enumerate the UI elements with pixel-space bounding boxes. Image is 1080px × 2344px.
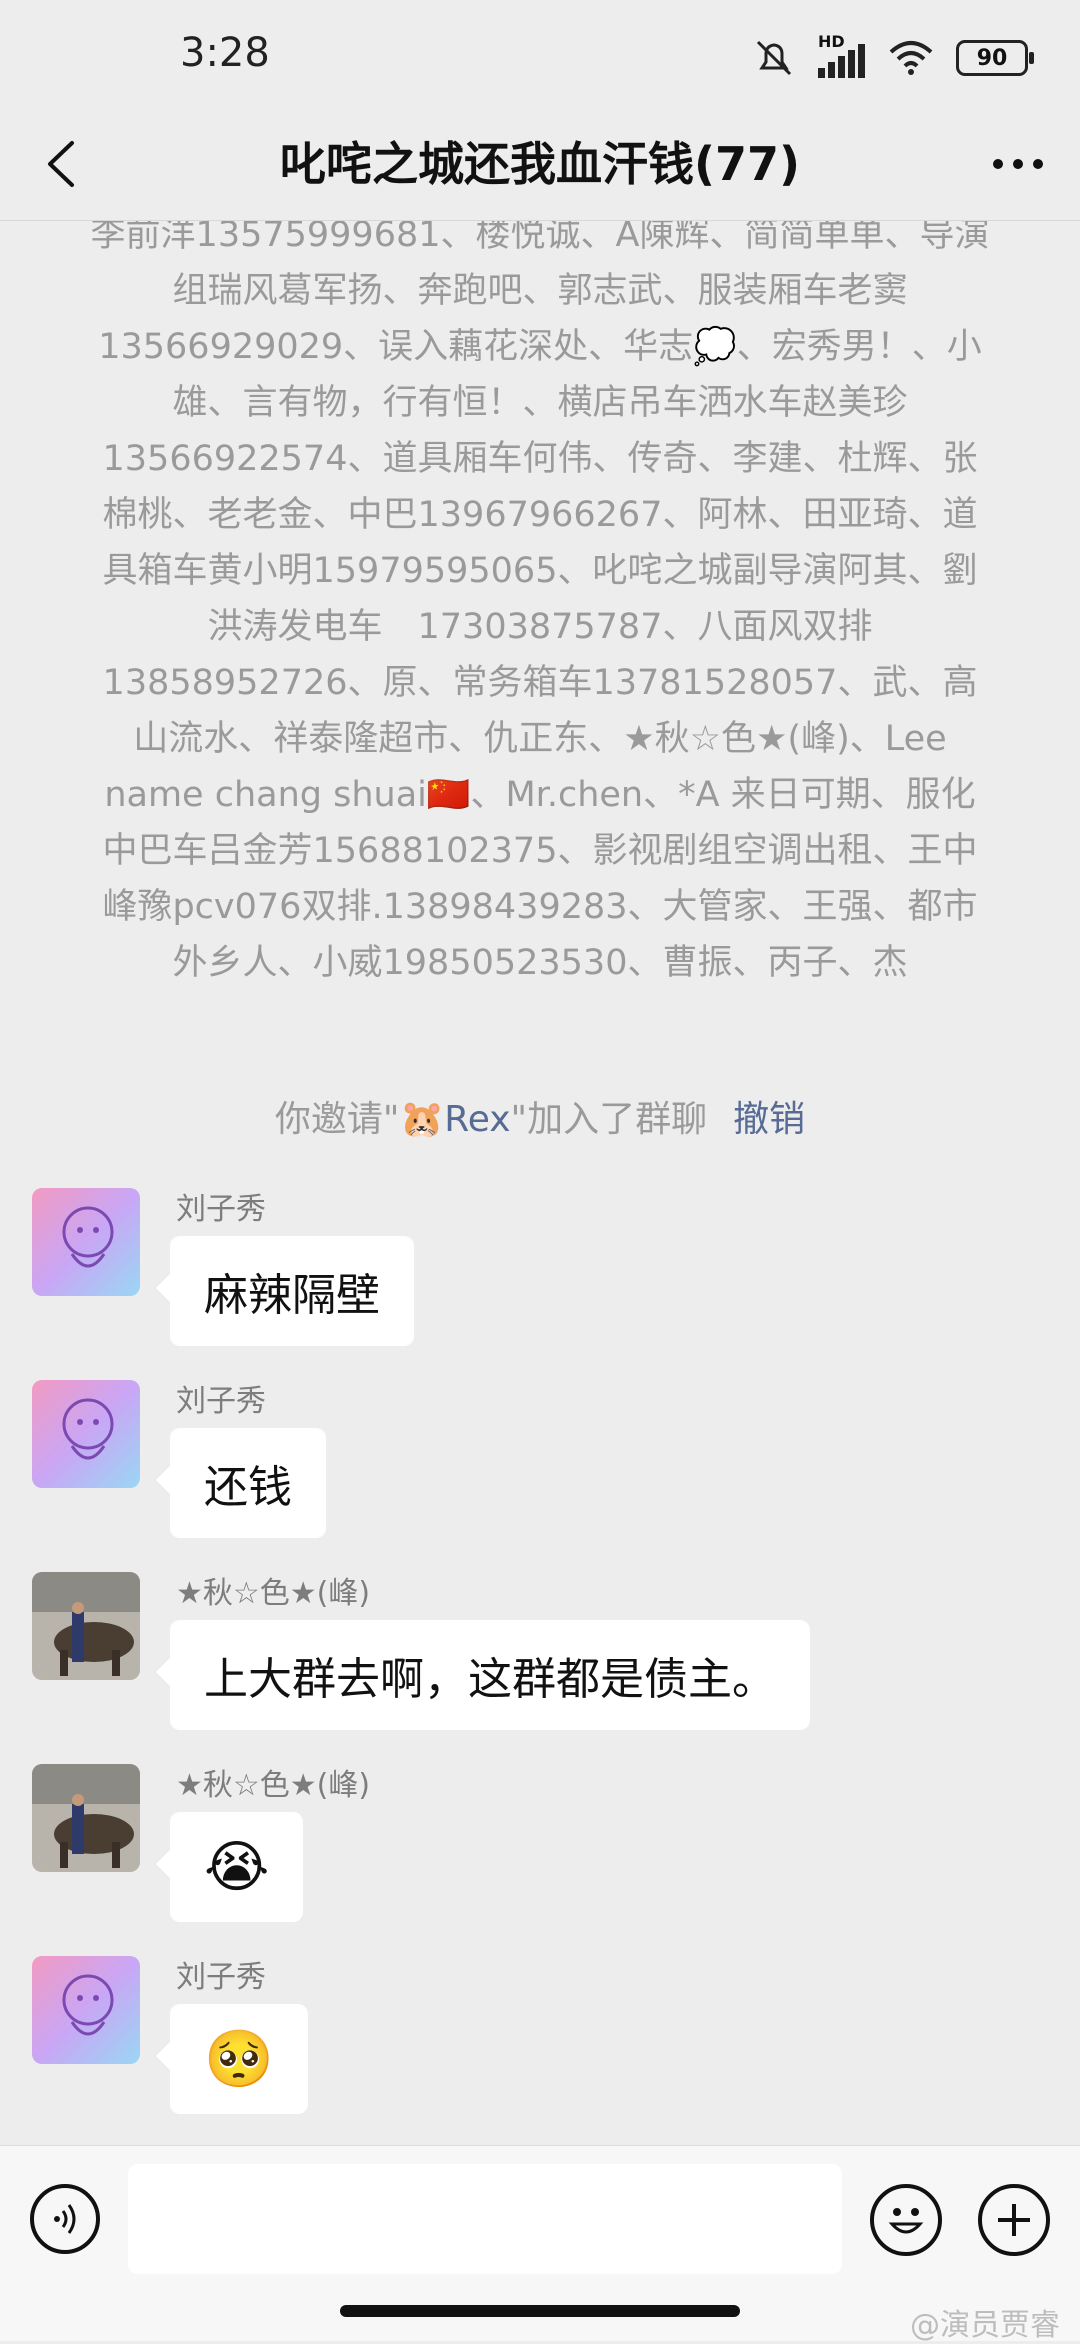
emoji-button[interactable] [870,2184,942,2256]
watermark: @演员贾睿 [910,2308,1060,2343]
home-indicator[interactable] [340,2305,740,2317]
sender-name: ★秋☆色★(峰) [176,1768,371,1803]
battery-icon: 90 [956,40,1034,76]
sender-name: 刘子秀 [176,1192,266,1227]
more-button[interactable] [986,132,1050,196]
message-bubble[interactable]: 上大群去啊，这群都是债主。 [156,1620,810,1730]
revoke-link[interactable]: 撤销 [733,1099,805,1140]
voice-icon [54,2204,76,2234]
signal-icon: HD [818,32,866,78]
invite-prefix: 你邀请" [274,1099,400,1140]
message-bubble[interactable]: 🥺 [156,2004,308,2114]
sender-name: ★秋☆色★(峰) [176,1576,371,1611]
battery-level: 90 [976,45,1008,71]
smile-icon [888,2208,924,2234]
girl-avatar[interactable] [32,1380,140,1488]
system-message-container: 李前洋13575999681、楼悦诚、A陳辉、简简单单、导演组瑞风葛军扬、奔跑吧… [0,221,1080,1101]
chat-title[interactable]: 叱咤之城还我血汗钱(77) [0,128,1080,194]
more-functions-button[interactable] [978,2184,1050,2256]
status-time: 3:28 [180,30,270,76]
mute-bell-icon [756,40,792,76]
invite-notice: 你邀请"🐹Rex"加入了群聊 撤销 [0,1090,1080,1142]
system-message-members: 李前洋13575999681、楼悦诚、A陳辉、简简单单、导演组瑞风葛军扬、奔跑吧… [90,221,1013,983]
bull-photo-avatar[interactable] [32,1572,140,1680]
plus-icon [998,2204,1030,2236]
invite-suffix: "加入了群聊 [510,1099,708,1140]
voice-button[interactable] [30,2184,100,2254]
network-type-label: HD [818,32,845,51]
message-bubble[interactable]: 麻辣隔壁 [156,1236,414,1346]
girl-avatar[interactable] [32,1956,140,2064]
chat-header: 叱咤之城还我血汗钱(77) [0,110,1080,220]
message-bubble[interactable]: 😭 [155,1812,304,1922]
sender-name: 刘子秀 [176,1384,266,1419]
invited-user-name[interactable]: 🐹Rex [399,1099,510,1140]
bull-photo-avatar[interactable] [32,1764,140,1872]
status-bar: 3:28 HD 90 [0,0,1080,110]
girl-avatar[interactable] [32,1188,140,1296]
sender-name: 刘子秀 [176,1960,266,1995]
more-icon [993,159,1043,169]
status-icons: HD 90 [752,32,1034,80]
message-bubble[interactable]: 还钱 [156,1428,326,1538]
wifi-icon [889,41,933,75]
message-input[interactable] [128,2164,842,2274]
